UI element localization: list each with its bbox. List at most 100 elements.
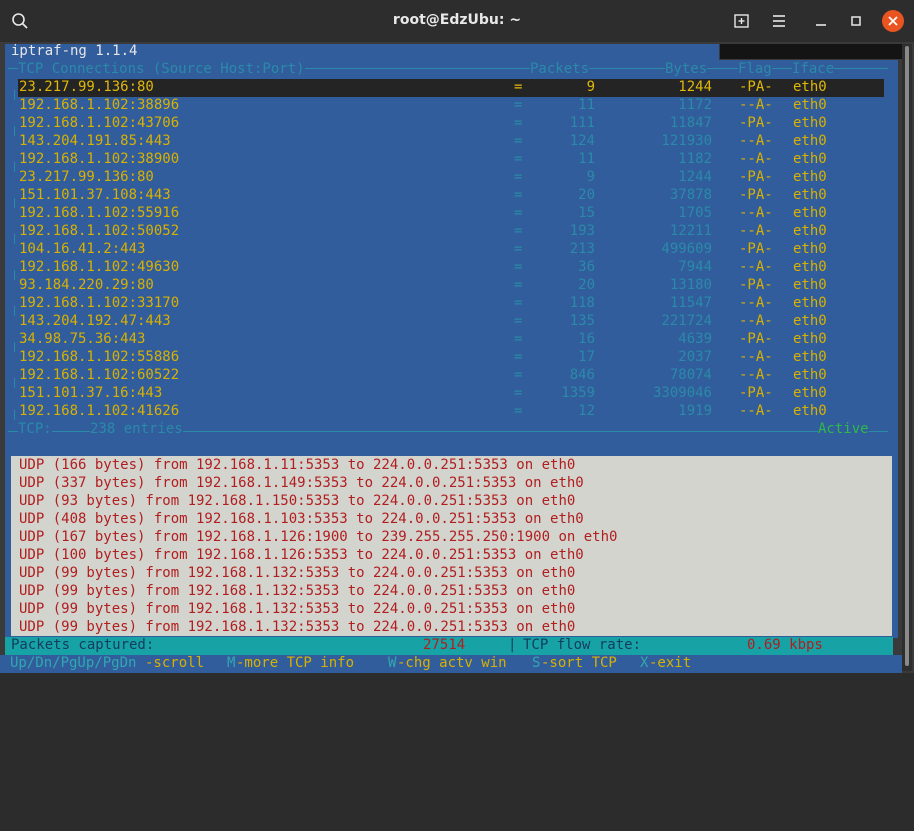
tcp-row-packets: 20	[578, 187, 595, 203]
tcp-row-eq: =	[514, 151, 523, 167]
conn-bracket	[14, 270, 15, 280]
new-tab-icon[interactable]	[729, 8, 755, 34]
tcp-header-packets: Packets	[530, 61, 590, 77]
tcp-row-bytes: 13180	[669, 277, 712, 293]
minimize-icon[interactable]	[808, 8, 834, 34]
tcp-row-address: 151.101.37.16:443	[19, 385, 163, 401]
udp-log-line: UDP (99 bytes) from 192.168.1.132:5353 t…	[19, 583, 576, 599]
tcp-row-bytes: 2037	[678, 349, 712, 365]
tcp-row-iface: eth0	[793, 205, 827, 221]
key-sort[interactable]: S	[532, 655, 540, 671]
tcp-row[interactable]: 23.217.99.136:80 = 9 1244 -PA- eth0	[18, 169, 884, 187]
tcp-row-packets: 36	[578, 259, 595, 275]
tcp-row-address: 104.16.41.2:443	[19, 241, 146, 257]
tcp-row[interactable]: 192.168.1.102:38896 = 11 1172 --A- eth0	[18, 97, 884, 115]
tcp-row[interactable]: 151.101.37.108:443 = 20 37878 -PA- eth0	[18, 187, 884, 205]
tcp-row-iface: eth0	[793, 241, 827, 257]
tcp-row[interactable]: 192.168.1.102:43706 = 111 11847 -PA- eth…	[18, 115, 884, 133]
tcp-row-eq: =	[514, 403, 523, 419]
tcp-row-address: 192.168.1.102:41626	[19, 403, 180, 419]
tcp-row[interactable]: 104.16.41.2:443 = 213 499609 -PA- eth0	[18, 241, 884, 259]
conn-bracket	[14, 410, 15, 420]
tcp-row-iface: eth0	[793, 115, 827, 131]
tcp-row-eq: =	[514, 277, 523, 293]
tcp-row-flag: --A-	[739, 205, 773, 221]
tcp-row[interactable]: 192.168.1.102:49630 = 36 7944 --A- eth0	[18, 259, 884, 277]
tcp-row-bytes: 37878	[669, 187, 712, 203]
tcp-row[interactable]: 93.184.220.29:80 = 20 13180 -PA- eth0	[18, 277, 884, 295]
tcp-row[interactable]: 192.168.1.102:55886 = 17 2037 --A- eth0	[18, 349, 884, 367]
tcp-row[interactable]: 192.168.1.102:33170 = 118 11547 --A- eth…	[18, 295, 884, 313]
tcp-row-packets: 20	[578, 277, 595, 293]
tcp-row-packets: 15	[578, 205, 595, 221]
tcp-row[interactable]: 192.168.1.102:50052 = 193 12211 --A- eth…	[18, 223, 884, 241]
tcp-row-bytes: 1244	[678, 79, 712, 95]
key-more-info[interactable]: M	[227, 655, 235, 671]
tcp-row-flag: --A-	[739, 223, 773, 239]
tcp-row-iface: eth0	[793, 313, 827, 329]
tcp-row[interactable]: 192.168.1.102:55916 = 15 1705 --A- eth0	[18, 205, 884, 223]
status-bar: Packets captured: 27514 | TCP flow rate:…	[5, 637, 893, 655]
tcp-row[interactable]: 143.204.192.47:443 = 135 221724 --A- eth…	[18, 313, 884, 331]
udp-log-line: UDP (337 bytes) from 192.168.1.149:5353 …	[19, 475, 584, 491]
tcp-row[interactable]: 151.101.37.16:443 = 1359 3309046 -PA- et…	[18, 385, 884, 403]
key-exit[interactable]: X	[640, 655, 648, 671]
tcp-row-eq: =	[514, 331, 523, 347]
scrollbar-thumb[interactable]	[905, 46, 909, 666]
tcp-row-iface: eth0	[793, 187, 827, 203]
close-icon[interactable]	[880, 8, 906, 34]
tcp-row-address: 23.217.99.136:80	[19, 79, 154, 95]
tcp-row-eq: =	[514, 205, 523, 221]
tcp-row[interactable]: 192.168.1.102:38900 = 11 1182 --A- eth0	[18, 151, 884, 169]
tcp-row-eq: =	[514, 169, 523, 185]
tcp-row-packets: 11	[578, 97, 595, 113]
maximize-icon[interactable]	[843, 8, 869, 34]
tcp-row[interactable]: 192.168.1.102:41626 = 12 1919 --A- eth0	[18, 403, 884, 421]
tcp-row-flag: -PA-	[739, 187, 773, 203]
tcp-row-address: 192.168.1.102:49630	[19, 259, 180, 275]
udp-log-line: UDP (99 bytes) from 192.168.1.132:5353 t…	[19, 601, 576, 617]
tcp-row-flag: --A-	[739, 151, 773, 167]
tcp-row-packets: 135	[569, 313, 595, 329]
tcp-row-iface: eth0	[793, 367, 827, 383]
tcp-row-address: 192.168.1.102:38896	[19, 97, 180, 113]
key-scroll[interactable]: Up/Dn/PgUp/PgDn	[10, 655, 136, 671]
terminal-scrollbar[interactable]	[902, 44, 912, 671]
key-change-window[interactable]: W	[388, 655, 396, 671]
tcp-row-iface: eth0	[793, 331, 827, 347]
status-separator: |	[508, 637, 517, 653]
tcp-row[interactable]: 143.204.191.85:443 = 124 121930 --A- eth…	[18, 133, 884, 151]
tcp-row-eq: =	[514, 295, 523, 311]
tcp-row-iface: eth0	[793, 277, 827, 293]
udp-log-line: UDP (167 bytes) from 192.168.1.126:1900 …	[19, 529, 618, 545]
tcp-row-address: 192.168.1.102:38900	[19, 151, 180, 167]
key-change-window-desc: -chg actv win	[397, 655, 507, 671]
tcp-row-bytes: 1705	[678, 205, 712, 221]
tcp-row-address: 23.217.99.136:80	[19, 169, 154, 185]
tcp-row-packets: 111	[569, 115, 595, 131]
tcp-row-iface: eth0	[793, 295, 827, 311]
tcp-row-eq: =	[514, 223, 523, 239]
tcp-row-bytes: 221724	[661, 313, 712, 329]
tcp-row-address: 93.184.220.29:80	[19, 277, 154, 293]
tcp-row-selected[interactable]: 23.217.99.136:80 = 9 1244 -PA- eth0	[18, 79, 884, 97]
tcp-row-flag: -PA-	[739, 115, 773, 131]
tcp-row-address: 143.204.191.85:443	[19, 133, 171, 149]
tcp-row-address: 34.98.75.36:443	[19, 331, 146, 347]
tcp-row[interactable]: 34.98.75.36:443 = 16 4639 -PA- eth0	[18, 331, 884, 349]
tcp-row-bytes: 7944	[678, 259, 712, 275]
tcp-row-eq: =	[514, 241, 523, 257]
tcp-row-flag: --A-	[739, 295, 773, 311]
tcp-row-eq: =	[514, 349, 523, 365]
tcp-row-flag: -PA-	[739, 241, 773, 257]
tcp-row-eq: =	[514, 385, 523, 401]
tcp-row-bytes: 1172	[678, 97, 712, 113]
tcp-row-iface: eth0	[793, 259, 827, 275]
tcp-summary-entries: 238 entries	[90, 421, 183, 437]
hamburger-menu-icon[interactable]	[766, 8, 792, 34]
tcp-row[interactable]: 192.168.1.102:60522 = 846 78074 --A- eth…	[18, 367, 884, 385]
tcp-row-iface: eth0	[793, 385, 827, 401]
tcp-row-packets: 9	[586, 169, 595, 185]
tcp-row-iface: eth0	[793, 169, 827, 185]
conn-bracket	[14, 342, 15, 352]
